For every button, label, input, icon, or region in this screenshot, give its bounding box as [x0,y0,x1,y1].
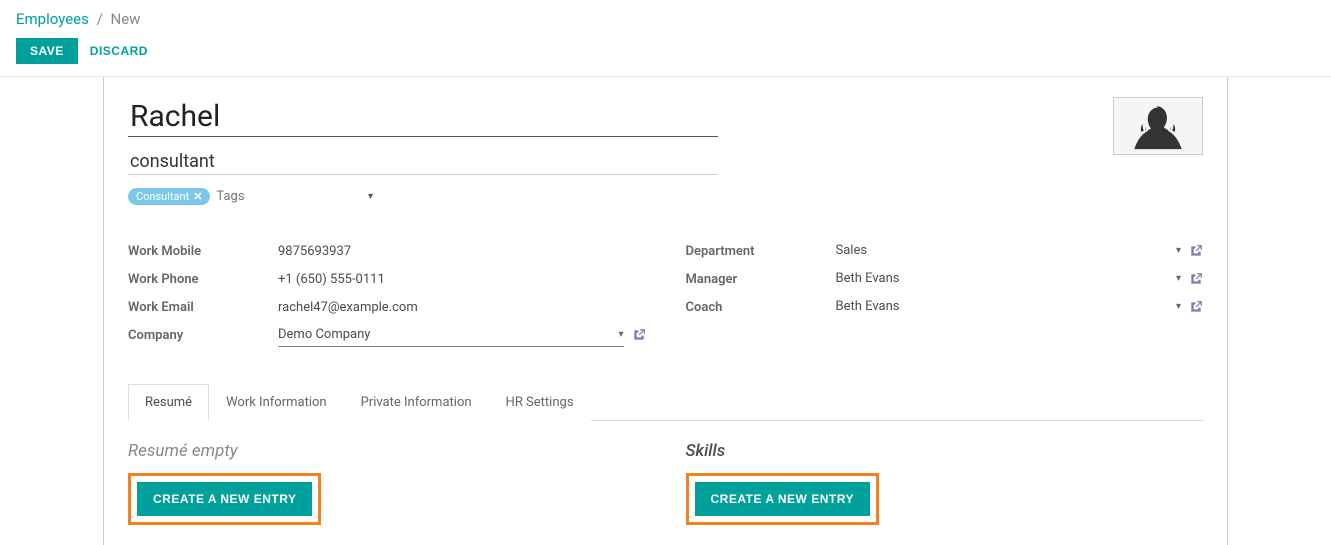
create-skills-entry-button[interactable]: CREATE A NEW ENTRY [695,482,870,516]
discard-button[interactable]: DISCARD [90,44,148,58]
tab-resume[interactable]: Resumé [128,384,209,421]
tab-content: Resumé empty CREATE A NEW ENTRY Skills C… [128,421,1203,525]
tab-hr-settings[interactable]: HR Settings [489,384,591,421]
tabs: Resumé Work Information Private Informat… [128,383,1203,421]
breadcrumb-root[interactable]: Employees [16,10,89,28]
chevron-down-icon: ▾ [618,329,623,340]
coach-value: Beth Evans [836,299,900,314]
create-resume-entry-button[interactable]: CREATE A NEW ENTRY [137,482,312,516]
department-select[interactable]: Sales ▾ [836,239,1182,263]
company-select[interactable]: Demo Company ▾ [278,323,624,347]
highlight-box: CREATE A NEW ENTRY [128,473,321,525]
chevron-down-icon: ▾ [1176,301,1181,312]
breadcrumb-separator: / [97,10,103,28]
tags-field[interactable]: Consultant ✕ ▾ [128,185,373,209]
external-link-icon[interactable] [1189,272,1203,286]
manager-select[interactable]: Beth Evans ▾ [836,267,1182,291]
highlight-box: CREATE A NEW ENTRY [686,473,879,525]
breadcrumb-current: New [111,10,141,28]
avatar[interactable] [1113,97,1203,155]
work-phone-input[interactable] [278,268,646,291]
tab-private-information[interactable]: Private Information [344,384,489,421]
chevron-down-icon: ▾ [1176,245,1181,256]
resume-section: Resumé empty CREATE A NEW ENTRY [128,441,646,525]
tag-remove-icon[interactable]: ✕ [193,190,206,203]
avatar-silhouette-icon [1126,102,1190,154]
job-title-input[interactable] [128,145,718,175]
tab-work-information[interactable]: Work Information [209,384,344,421]
form-sheet: Consultant ✕ ▾ Work Mobile Work Phone Wo… [103,77,1228,545]
label-coach: Coach [686,300,836,315]
tag-label: Consultant [136,190,189,203]
work-mobile-input[interactable] [278,240,646,263]
external-link-icon[interactable] [1189,244,1203,258]
name-input[interactable] [128,99,718,137]
label-manager: Manager [686,272,836,287]
resume-title: Resumé empty [128,441,646,461]
external-link-icon[interactable] [632,328,646,342]
header-bar: Employees / New SAVE DISCARD [0,0,1331,77]
skills-title: Skills [686,441,1204,461]
label-department: Department [686,244,836,259]
header-buttons: SAVE DISCARD [16,38,1315,64]
breadcrumb: Employees / New [16,10,1315,28]
department-value: Sales [836,243,868,258]
external-link-icon[interactable] [1189,300,1203,314]
work-email-input[interactable] [278,296,646,319]
left-column: Work Mobile Work Phone Work Email Compan… [128,237,646,349]
save-button[interactable]: SAVE [16,38,78,64]
tag-chip[interactable]: Consultant ✕ [128,188,210,205]
tags-input[interactable] [216,189,362,204]
label-work-email: Work Email [128,300,278,315]
chevron-down-icon[interactable]: ▾ [368,191,373,202]
chevron-down-icon: ▾ [1176,273,1181,284]
coach-select[interactable]: Beth Evans ▾ [836,295,1182,319]
manager-value: Beth Evans [836,271,900,286]
right-column: Department Sales ▾ Manager [686,237,1204,349]
company-value: Demo Company [278,327,370,342]
label-work-mobile: Work Mobile [128,244,278,259]
label-work-phone: Work Phone [128,272,278,287]
skills-section: Skills CREATE A NEW ENTRY [686,441,1204,525]
label-company: Company [128,328,278,343]
